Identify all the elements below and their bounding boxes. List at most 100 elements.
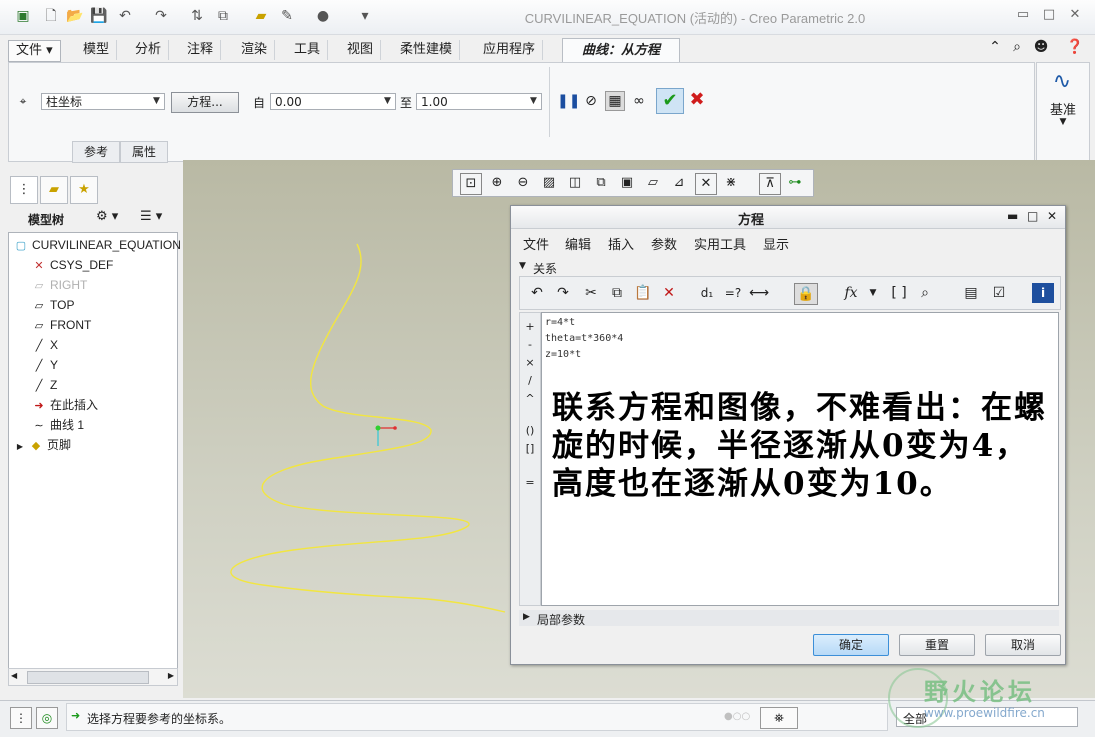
expand-arrow-icon[interactable]: ▶ <box>523 612 530 622</box>
repaint-icon[interactable]: ▨ <box>539 173 559 193</box>
cancel-x-icon[interactable]: ✖ <box>687 90 707 110</box>
copy-icon[interactable]: ⧉ <box>606 283 628 303</box>
scroll-right-icon[interactable]: ▶ <box>168 671 174 680</box>
dialog-menu-insert[interactable]: 插入 <box>608 234 634 253</box>
op-brackets[interactable]: [] <box>520 441 540 457</box>
scroll-left-icon[interactable]: ◀ <box>11 671 17 680</box>
dialog-close-icon[interactable]: ✕ <box>1047 209 1057 223</box>
expand-arrow-icon[interactable]: ▶ <box>15 437 25 457</box>
op-divide[interactable]: / <box>520 373 540 389</box>
equation-line-z[interactable]: z=10*t <box>545 349 581 361</box>
equation-line-r[interactable]: r=4*t <box>545 317 575 329</box>
dialog-menu-file[interactable]: 文件 <box>523 234 549 253</box>
close-icon[interactable]: ✕ <box>1064 6 1086 24</box>
dialog-menu-parameters[interactable]: 参数 <box>651 234 677 253</box>
pause-icon[interactable]: ❚❚ <box>557 91 580 111</box>
navigator-toggle-icon[interactable]: ⋮ <box>10 707 32 729</box>
tab-view[interactable]: 视图 <box>340 40 382 60</box>
annotation-display-icon[interactable]: ⊼ <box>759 173 781 195</box>
preview-icon[interactable]: ▦ <box>605 91 625 111</box>
relations-editor[interactable]: r=4*t theta=t*360*4 z=10*t 联系方程和图像，不难看出：… <box>541 312 1059 606</box>
display-style-icon[interactable]: ● <box>314 7 332 25</box>
op-power[interactable]: ^ <box>520 391 540 407</box>
cut-icon[interactable]: ✂ <box>580 283 602 303</box>
reset-button[interactable]: 重置 <box>899 634 975 656</box>
tab-file[interactable]: 文件 ▾ <box>8 40 61 62</box>
dialog-minimize-icon[interactable]: ▬ <box>1007 209 1018 223</box>
tree-item-z[interactable]: ╱ Z <box>31 375 58 395</box>
tab-model[interactable]: 模型 <box>76 40 118 60</box>
cancel-button[interactable]: 取消 <box>985 634 1061 656</box>
new-file-icon[interactable]: 🗋 <box>42 7 60 25</box>
favorites-tab-icon[interactable]: ★ <box>70 176 98 204</box>
from-value-input[interactable]: 0.00 ▼ <box>270 93 396 110</box>
search-relations-icon[interactable]: ⌕ <box>914 283 936 303</box>
view-manager-icon[interactable]: ▣ <box>617 173 637 193</box>
datum-group[interactable]: ∿ 基准 ▼ <box>1036 62 1090 162</box>
tree-item-x[interactable]: ╱ X <box>31 335 58 355</box>
community-icon[interactable]: ☻ <box>1032 38 1050 56</box>
point-display-icon[interactable]: ✕ <box>695 173 717 195</box>
delete-icon[interactable]: ✕ <box>658 283 680 303</box>
scroll-thumb[interactable] <box>27 671 149 684</box>
plane-display-icon[interactable]: ▱ <box>643 173 663 193</box>
folder-browser-tab-icon[interactable]: ▰ <box>40 176 68 204</box>
info-icon[interactable]: i <box>1032 283 1054 303</box>
local-params-section-header[interactable]: ▶ 局部参数 <box>519 610 1059 627</box>
switch-dimensions-icon[interactable]: d₁ <box>696 283 718 303</box>
tab-applications[interactable]: 应用程序 <box>476 40 544 60</box>
help-icon[interactable]: ❓ <box>1066 38 1084 56</box>
model-tree-tab-icon[interactable]: ⋮ <box>10 176 38 204</box>
tab-annotate[interactable]: 注释 <box>180 40 222 60</box>
tree-item-y[interactable]: ╱ Y <box>31 355 58 375</box>
equation-button[interactable]: 方程... <box>171 92 239 113</box>
browser-toggle-icon[interactable]: ◎ <box>36 707 58 729</box>
tab-analysis[interactable]: 分析 <box>128 40 170 60</box>
find-binoculars-icon[interactable]: ⛯ <box>760 707 798 729</box>
spin-center-icon[interactable]: ⊶ <box>785 173 805 193</box>
tab-render[interactable]: 渲染 <box>234 40 276 60</box>
verify-relations-icon[interactable]: ☑ <box>988 283 1010 303</box>
dialog-menu-utilities[interactable]: 实用工具 <box>694 234 746 253</box>
relations-section-header[interactable]: ▼ 关系 <box>511 260 1065 276</box>
tree-item-csys[interactable]: ✕ CSYS_DEF <box>31 255 113 275</box>
tab-curve-from-equation[interactable]: 曲线：从方程 <box>562 38 680 63</box>
brackets-icon[interactable]: [ ] <box>888 283 910 303</box>
tab-flexible-modeling[interactable]: 柔性建模 <box>393 40 461 60</box>
paste-icon[interactable]: 📋 <box>632 283 654 303</box>
zoom-in-icon[interactable]: ⊕ <box>487 173 507 193</box>
op-parentheses[interactable]: () <box>520 423 540 439</box>
op-equals[interactable]: = <box>520 475 540 491</box>
equation-line-theta[interactable]: theta=t*360*4 <box>545 333 623 345</box>
tab-tools[interactable]: 工具 <box>287 40 329 60</box>
collapse-arrow-icon[interactable]: ▼ <box>519 261 526 271</box>
tree-settings-icon[interactable]: ⚙ ▾ <box>96 209 118 224</box>
refit-icon[interactable]: ⊡ <box>460 173 482 195</box>
close-window-folder-icon[interactable]: ▰ <box>252 7 270 25</box>
collapse-ribbon-icon[interactable]: ⌃ <box>986 38 1004 56</box>
tree-horizontal-scrollbar[interactable]: ◀ ▶ <box>8 668 178 686</box>
display-style-icon[interactable]: ◫ <box>565 173 585 193</box>
search-icon[interactable]: ⌕ <box>1008 38 1026 56</box>
tree-item-right[interactable]: ▱ RIGHT <box>31 275 88 295</box>
ok-button[interactable]: 确定 <box>813 634 889 656</box>
minimize-icon[interactable]: ▭ <box>1012 6 1034 24</box>
csys-display-icon[interactable]: ⋇ <box>721 173 741 193</box>
function-fx-icon[interactable]: fx <box>840 283 862 303</box>
sort-relations-icon[interactable]: ⟷ <box>748 283 770 303</box>
coord-type-select[interactable]: 柱坐标 ▼ <box>41 93 165 110</box>
subtab-references[interactable]: 参考 <box>72 141 120 163</box>
tree-item-top[interactable]: ▱ TOP <box>31 295 75 315</box>
tree-item-insert-here[interactable]: ➜ 在此插入 <box>31 395 98 415</box>
tree-item-front[interactable]: ▱ FRONT <box>31 315 92 335</box>
no-preview-icon[interactable]: ⊘ <box>581 91 601 111</box>
tree-item-part[interactable]: ▢ CURVILINEAR_EQUATION <box>13 235 181 255</box>
show-menu-icon[interactable]: ☰ ▾ <box>140 209 162 224</box>
axis-display-icon[interactable]: ⊿ <box>669 173 689 193</box>
open-folder-icon[interactable]: 📂 <box>66 7 84 25</box>
subtab-properties[interactable]: 属性 <box>120 141 168 163</box>
op-minus[interactable]: - <box>520 337 540 353</box>
op-plus[interactable]: + <box>520 319 540 335</box>
tree-item-footer[interactable]: ▶ ◆ 页脚 <box>15 435 71 455</box>
customize-toolbar-icon[interactable]: ▾ <box>356 7 374 25</box>
